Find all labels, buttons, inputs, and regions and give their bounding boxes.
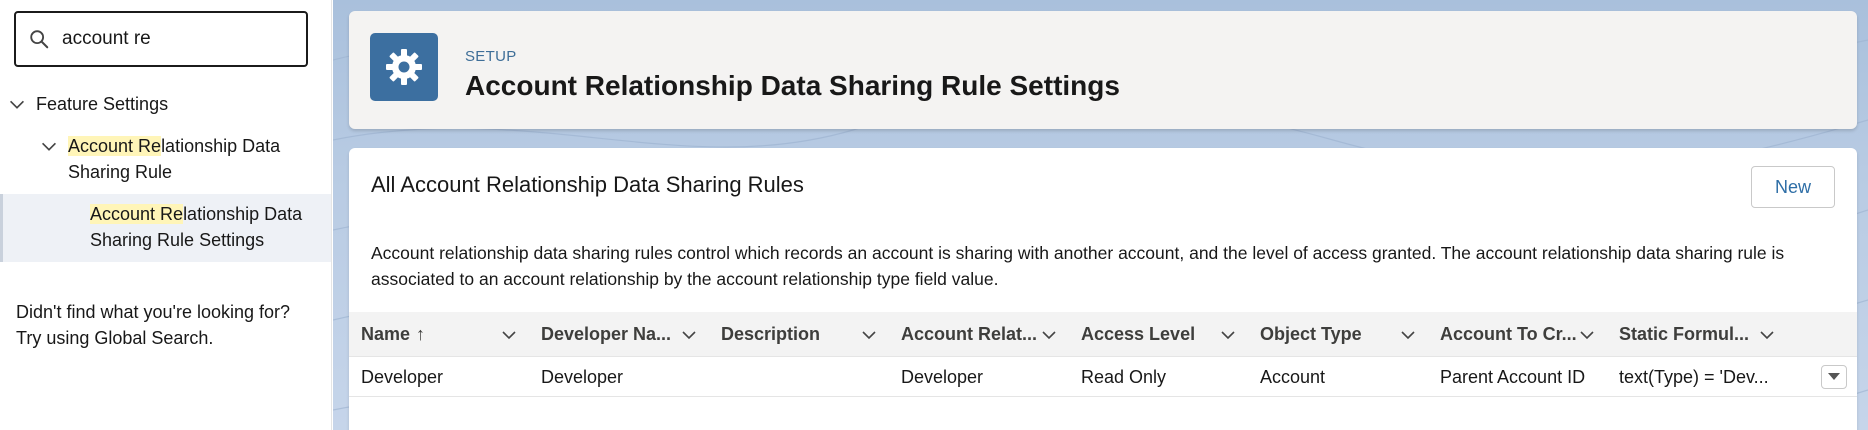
column-label: Account Relat...	[901, 324, 1038, 344]
cell-developer-name: Developer	[541, 366, 624, 387]
tree-item-account-relationship-data-sharing-rule[interactable]: Account Relationship Data Sharing Rule	[38, 133, 298, 185]
column-label: Developer Na...	[541, 324, 672, 344]
column-header-object-type[interactable]: Object Type	[1248, 312, 1428, 357]
chevron-down-icon[interactable]	[1757, 325, 1777, 345]
column-header-access-level[interactable]: Access Level	[1069, 312, 1248, 357]
column-header-account-relationship[interactable]: Account Relat...	[889, 312, 1069, 357]
cell-description	[709, 357, 889, 397]
sort-ascending-icon: ↑	[416, 324, 426, 344]
table-row: Developer Developer Developer Read Only …	[349, 357, 1857, 397]
main-content: SETUP Account Relationship Data Sharing …	[333, 0, 1868, 430]
rules-list-card: All Account Relationship Data Sharing Ru…	[349, 148, 1857, 430]
setup-tile	[370, 33, 438, 101]
new-button[interactable]: New	[1751, 166, 1835, 208]
rules-table: Name ↑ Developer Na... Description Accou…	[349, 312, 1857, 397]
search-highlight: Account Re	[90, 204, 184, 224]
column-header-account-to-criteria[interactable]: Account To Cr...	[1428, 312, 1607, 357]
chevron-down-icon[interactable]	[679, 325, 699, 345]
column-header-description[interactable]: Description	[709, 312, 889, 357]
cell-object-type: Account	[1260, 366, 1326, 387]
cell-account-relationship: Developer	[901, 366, 984, 387]
cell-access-level: Read Only	[1081, 366, 1167, 387]
tree-item-label: Account Relationship Data Sharing Rule S…	[90, 201, 320, 253]
cell-name[interactable]: Developer	[349, 357, 529, 397]
column-label: Access Level	[1081, 324, 1196, 344]
column-header-static-formula[interactable]: Static Formul...	[1607, 312, 1787, 357]
quick-find-search[interactable]	[14, 11, 308, 67]
list-title: All Account Relationship Data Sharing Ru…	[371, 172, 804, 197]
column-label: Object Type	[1260, 324, 1362, 344]
column-label: Name	[361, 324, 411, 344]
caret-down-icon	[1828, 373, 1840, 380]
page-title: Account Relationship Data Sharing Rule S…	[465, 70, 1120, 101]
column-header-name[interactable]: Name ↑	[349, 312, 529, 357]
tree-item-label: Account Relationship Data Sharing Rule	[68, 133, 298, 185]
chevron-down-icon[interactable]	[1577, 325, 1597, 345]
breadcrumb-setup: SETUP	[465, 48, 517, 65]
column-label: Account To Cr...	[1440, 324, 1577, 344]
tree-item-label: Feature Settings	[36, 94, 169, 114]
chevron-down-icon[interactable]	[1039, 325, 1059, 345]
table-header: Name ↑ Developer Na... Description Accou…	[349, 312, 1857, 357]
column-header-developer-name[interactable]: Developer Na...	[529, 312, 709, 357]
search-highlight: Account Re	[68, 136, 162, 156]
page-header: SETUP Account Relationship Data Sharing …	[349, 11, 1857, 129]
tree-item-feature-settings[interactable]: Feature Settings	[6, 91, 168, 117]
chevron-down-icon[interactable]	[38, 136, 60, 158]
search-input[interactable]	[62, 28, 292, 50]
column-label: Static Formul...	[1619, 324, 1750, 344]
list-description: Account relationship data sharing rules …	[371, 243, 1785, 289]
setup-sidebar: Feature Settings Account Relationship Da…	[0, 0, 332, 430]
help-text: Didn't find what you're looking for? Try…	[16, 299, 290, 351]
chevron-down-icon[interactable]	[1398, 325, 1418, 345]
search-icon	[30, 30, 49, 49]
chevron-down-icon[interactable]	[1218, 325, 1238, 345]
column-label: Description	[721, 324, 821, 344]
cell-account-to-criteria: Parent Account ID	[1440, 366, 1586, 387]
row-actions-button[interactable]	[1821, 365, 1847, 389]
cell-static-formula: text(Type) = 'Dev...	[1619, 366, 1769, 387]
chevron-down-icon[interactable]	[859, 325, 879, 345]
help-text-line-1: Didn't find what you're looking for?	[16, 302, 291, 322]
tree-item-selected-settings[interactable]: Account Relationship Data Sharing Rule S…	[0, 194, 331, 262]
chevron-down-icon[interactable]	[499, 325, 519, 345]
help-text-line-2: Try using Global Search.	[16, 328, 214, 348]
chevron-down-icon[interactable]	[6, 94, 28, 116]
gear-icon	[386, 49, 422, 85]
